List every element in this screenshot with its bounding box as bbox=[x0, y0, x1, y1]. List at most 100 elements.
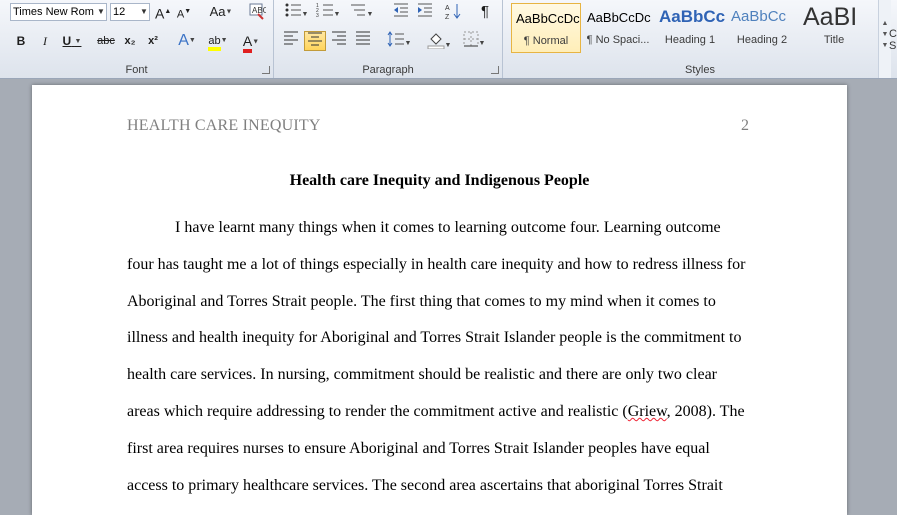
bold-button[interactable]: B bbox=[12, 31, 30, 51]
change-case-button[interactable]: Aa▼ bbox=[206, 2, 236, 22]
subscript-button[interactable]: x₂ bbox=[120, 31, 140, 51]
numbering-icon: 123 bbox=[316, 3, 333, 19]
font-color-label: A bbox=[242, 33, 253, 53]
increase-indent-button[interactable] bbox=[414, 2, 436, 22]
document-pane: HEALTH CARE INEQUITY 2 Health care Inequ… bbox=[0, 79, 897, 515]
page-number: 2 bbox=[741, 117, 749, 134]
shading-button[interactable]: ▼ bbox=[424, 31, 454, 51]
svg-text:A: A bbox=[445, 5, 450, 12]
font-dialog-launcher[interactable] bbox=[262, 66, 270, 74]
text-effects-button[interactable]: A▼ bbox=[174, 31, 200, 51]
document-title: Health care Inequity and Indigenous Peop… bbox=[289, 172, 590, 189]
justify-button[interactable] bbox=[352, 31, 374, 51]
svg-text:Z: Z bbox=[445, 14, 450, 20]
borders-icon bbox=[463, 31, 479, 47]
paragraph-group: ▼ 1 2 3 ▼ ▼ AZ ¶ ▼ ▼ ▼ Paragraph bbox=[274, 0, 503, 78]
bullets-icon bbox=[285, 3, 301, 17]
styles-group-label: Styles bbox=[685, 64, 715, 76]
style-name: ¶ Normal bbox=[523, 35, 569, 47]
highlight-label: ab bbox=[208, 35, 221, 51]
chevron-down-icon: ▼ bbox=[140, 7, 148, 16]
chevron-down-icon: ▼ bbox=[97, 7, 105, 16]
justify-icon bbox=[356, 31, 370, 45]
paragraph-line[interactable]: Aboriginal and Torres Strait people. The… bbox=[127, 293, 716, 311]
grow-font-label: A bbox=[155, 5, 165, 22]
paragraph-line[interactable]: areas which require addressing to render… bbox=[127, 403, 745, 421]
sort-icon: AZ bbox=[445, 4, 461, 21]
underline-button[interactable]: U ▼ bbox=[58, 31, 86, 51]
ribbon: Times New Rom ▼ 12 ▼ A▲ A▼ Aa▼ ABC B I U… bbox=[0, 0, 897, 79]
paragraph-line[interactable]: four has taught me a lot of things espec… bbox=[127, 256, 746, 274]
running-head: HEALTH CARE INEQUITY bbox=[127, 117, 321, 134]
clear-formatting-button[interactable]: ABC bbox=[247, 2, 269, 22]
align-center-icon bbox=[308, 32, 322, 46]
change-styles-button[interactable]: C S bbox=[889, 28, 897, 52]
chevron-up-icon: ▲ bbox=[881, 20, 889, 27]
clear-formatting-icon: ABC bbox=[249, 3, 269, 20]
show-formatting-button[interactable]: ¶ bbox=[474, 2, 496, 22]
numbering-button[interactable]: 1 2 3 ▼ bbox=[314, 2, 342, 22]
style-sample: AaBbCcDc bbox=[587, 10, 651, 25]
style-normal[interactable]: AaBbCcDc ¶ Normal bbox=[511, 3, 581, 53]
shrink-font-button[interactable]: A▼ bbox=[176, 2, 192, 22]
paragraph-line[interactable]: first area requires nurses to ensure Abo… bbox=[127, 440, 710, 458]
style-name: ¶ No Spaci... bbox=[586, 34, 650, 46]
svg-text:3: 3 bbox=[316, 13, 319, 18]
align-left-icon bbox=[284, 31, 298, 45]
line-spacing-icon bbox=[387, 31, 404, 47]
text-effects-label: A bbox=[178, 32, 189, 50]
font-size-combo[interactable]: 12 ▼ bbox=[110, 3, 150, 21]
sort-button[interactable]: AZ bbox=[442, 2, 464, 22]
line-text: areas which require addressing to render… bbox=[127, 403, 628, 420]
align-right-button[interactable] bbox=[328, 31, 350, 51]
spelling-error[interactable]: Griew bbox=[628, 403, 667, 420]
style-name: Heading 2 bbox=[736, 34, 788, 46]
style-sample: AaBbCc bbox=[731, 8, 787, 25]
change-case-label: Aa bbox=[209, 4, 226, 19]
font-group: Times New Rom ▼ 12 ▼ A▲ A▼ Aa▼ ABC B I U… bbox=[0, 0, 274, 78]
paragraph-line[interactable]: access to primary healthcare services. T… bbox=[127, 477, 723, 495]
font-group-label: Font bbox=[125, 64, 148, 76]
change-styles-label-2: S bbox=[889, 40, 897, 52]
bullets-button[interactable]: ▼ bbox=[282, 2, 310, 22]
paragraph-group-label: Paragraph bbox=[362, 64, 414, 76]
style-name: Title bbox=[823, 34, 845, 46]
multilevel-list-icon bbox=[350, 4, 365, 16]
decrease-indent-icon bbox=[394, 3, 408, 17]
document-page[interactable]: HEALTH CARE INEQUITY 2 Health care Inequ… bbox=[32, 85, 847, 515]
align-center-button[interactable] bbox=[304, 31, 326, 51]
paint-bucket-icon bbox=[427, 33, 445, 50]
style-heading-1[interactable]: AaBbCc Heading 1 bbox=[655, 3, 725, 53]
paragraph-line[interactable]: illness and health inequity for Aborigin… bbox=[127, 329, 741, 347]
line-spacing-button[interactable]: ▼ bbox=[384, 31, 414, 51]
strikethrough-button[interactable]: abc bbox=[94, 31, 118, 51]
style-no-spacing[interactable]: AaBbCcDc ¶ No Spaci... bbox=[583, 3, 653, 53]
style-title[interactable]: AaBI Title bbox=[799, 3, 869, 53]
paragraph-dialog-launcher[interactable] bbox=[491, 66, 499, 74]
underline-label: U bbox=[62, 34, 72, 48]
superscript-button[interactable]: x² bbox=[143, 31, 163, 51]
font-name-combo[interactable]: Times New Rom ▼ bbox=[10, 3, 107, 21]
borders-button[interactable]: ▼ bbox=[458, 31, 490, 51]
multilevel-list-button[interactable]: ▼ bbox=[346, 2, 376, 22]
highlight-button[interactable]: ab▼ bbox=[205, 31, 231, 51]
style-sample: AaBbCcDc bbox=[516, 11, 580, 26]
italic-button[interactable]: I bbox=[36, 31, 54, 51]
increase-indent-icon bbox=[418, 3, 432, 17]
style-sample: AaBI bbox=[803, 3, 858, 31]
font-color-button[interactable]: A▼ bbox=[238, 31, 264, 53]
style-name: Heading 1 bbox=[664, 34, 716, 46]
style-sample: AaBbCc bbox=[659, 7, 725, 26]
font-size-value: 12 bbox=[113, 6, 126, 18]
align-left-button[interactable] bbox=[280, 31, 302, 51]
align-right-icon bbox=[332, 31, 346, 45]
style-heading-2[interactable]: AaBbCc Heading 2 bbox=[727, 3, 797, 53]
change-styles-label: C bbox=[889, 28, 897, 40]
line-text: , 2008). The bbox=[666, 403, 745, 420]
font-name-value: Times New Rom bbox=[13, 6, 94, 18]
grow-font-button[interactable]: A▲ bbox=[155, 2, 171, 22]
decrease-indent-button[interactable] bbox=[390, 2, 412, 22]
styles-group: AaBbCcDc ¶ Normal AaBbCcDc ¶ No Spaci...… bbox=[503, 0, 897, 78]
paragraph-line[interactable]: health care services. In nursing, commit… bbox=[127, 366, 717, 384]
paragraph-line[interactable]: I have learnt many things when it comes … bbox=[175, 219, 721, 237]
